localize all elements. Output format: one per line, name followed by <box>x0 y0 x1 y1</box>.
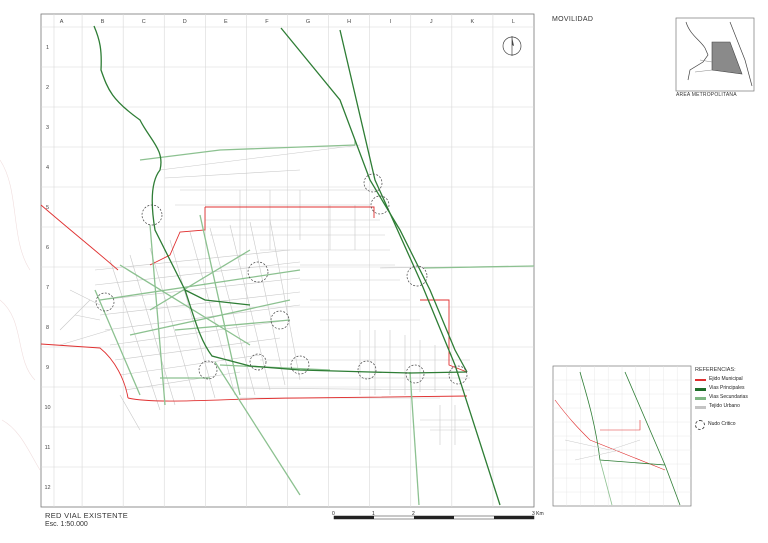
overview-map <box>552 365 692 507</box>
sheet-title: MOVILIDAD <box>552 16 594 23</box>
grid-column-label: A <box>60 19 64 25</box>
grid-row-label: 8 <box>46 325 49 331</box>
grid-row-label: 2 <box>46 85 49 91</box>
legend-swatch <box>695 379 706 381</box>
grid-row-label: 6 <box>46 245 49 251</box>
grid-column-label: L <box>512 19 515 25</box>
legend-swatch <box>695 406 706 409</box>
background-ghost-lines <box>0 159 41 471</box>
legend-item-ejido: Ejido Municipal <box>695 376 765 384</box>
critical-node-icon <box>695 420 705 430</box>
grid-column-label: E <box>224 19 228 25</box>
legend-label: Ejido Municipal <box>709 376 743 382</box>
scale-label: 0 <box>332 511 335 517</box>
grid-column-label: H <box>347 19 351 25</box>
legend-label: Vias Principales <box>709 385 745 391</box>
grid-row-label: 1 <box>46 45 49 51</box>
grid-row-label: 9 <box>46 365 49 371</box>
map-title: RED VIAL EXISTENTE <box>45 511 129 520</box>
grid-row-label: 11 <box>45 445 51 451</box>
legend-item-secondary: Vias Secundarias <box>695 394 765 402</box>
legend-swatch <box>695 388 706 391</box>
grid-column-label: C <box>142 19 146 25</box>
grid-column-label: D <box>183 19 187 25</box>
scale-label: 3 Km <box>532 511 544 517</box>
grid-row-label: 7 <box>46 285 49 291</box>
map-scale: Esc. 1:50.000 <box>45 521 88 528</box>
grid-column-label: K <box>471 19 475 25</box>
legend-item-urban: Tejido Urbano <box>695 403 765 411</box>
legend-title: REFERENCIAS: <box>695 367 736 373</box>
legend-label: Nudo Critico <box>708 421 736 427</box>
grid-row-label: 3 <box>46 125 49 131</box>
legend-swatch <box>695 397 706 400</box>
map-sheet: ABCDEFGHIJKL 123456789101112 <box>0 13 755 520</box>
scale-bar <box>333 515 535 520</box>
legend-item-primary: Vias Principales <box>695 385 765 393</box>
grid-row-label: 4 <box>46 165 49 171</box>
scale-label: 2 <box>412 511 415 517</box>
grid-column-label: G <box>306 19 310 25</box>
metro-area-inset <box>675 17 755 92</box>
grid-row-label: 10 <box>44 405 50 411</box>
legend-item-node: Nudo Critico <box>695 419 765 431</box>
grid-row-label: 12 <box>44 485 50 491</box>
grid-column-label: J <box>430 19 433 25</box>
inset-caption: AREA METROPOLITANA <box>676 92 737 98</box>
grid-column-label: B <box>101 19 105 25</box>
legend-label: Tejido Urbano <box>709 403 740 409</box>
scale-label: 1 <box>372 511 375 517</box>
legend-label: Vias Secundarias <box>709 394 748 400</box>
